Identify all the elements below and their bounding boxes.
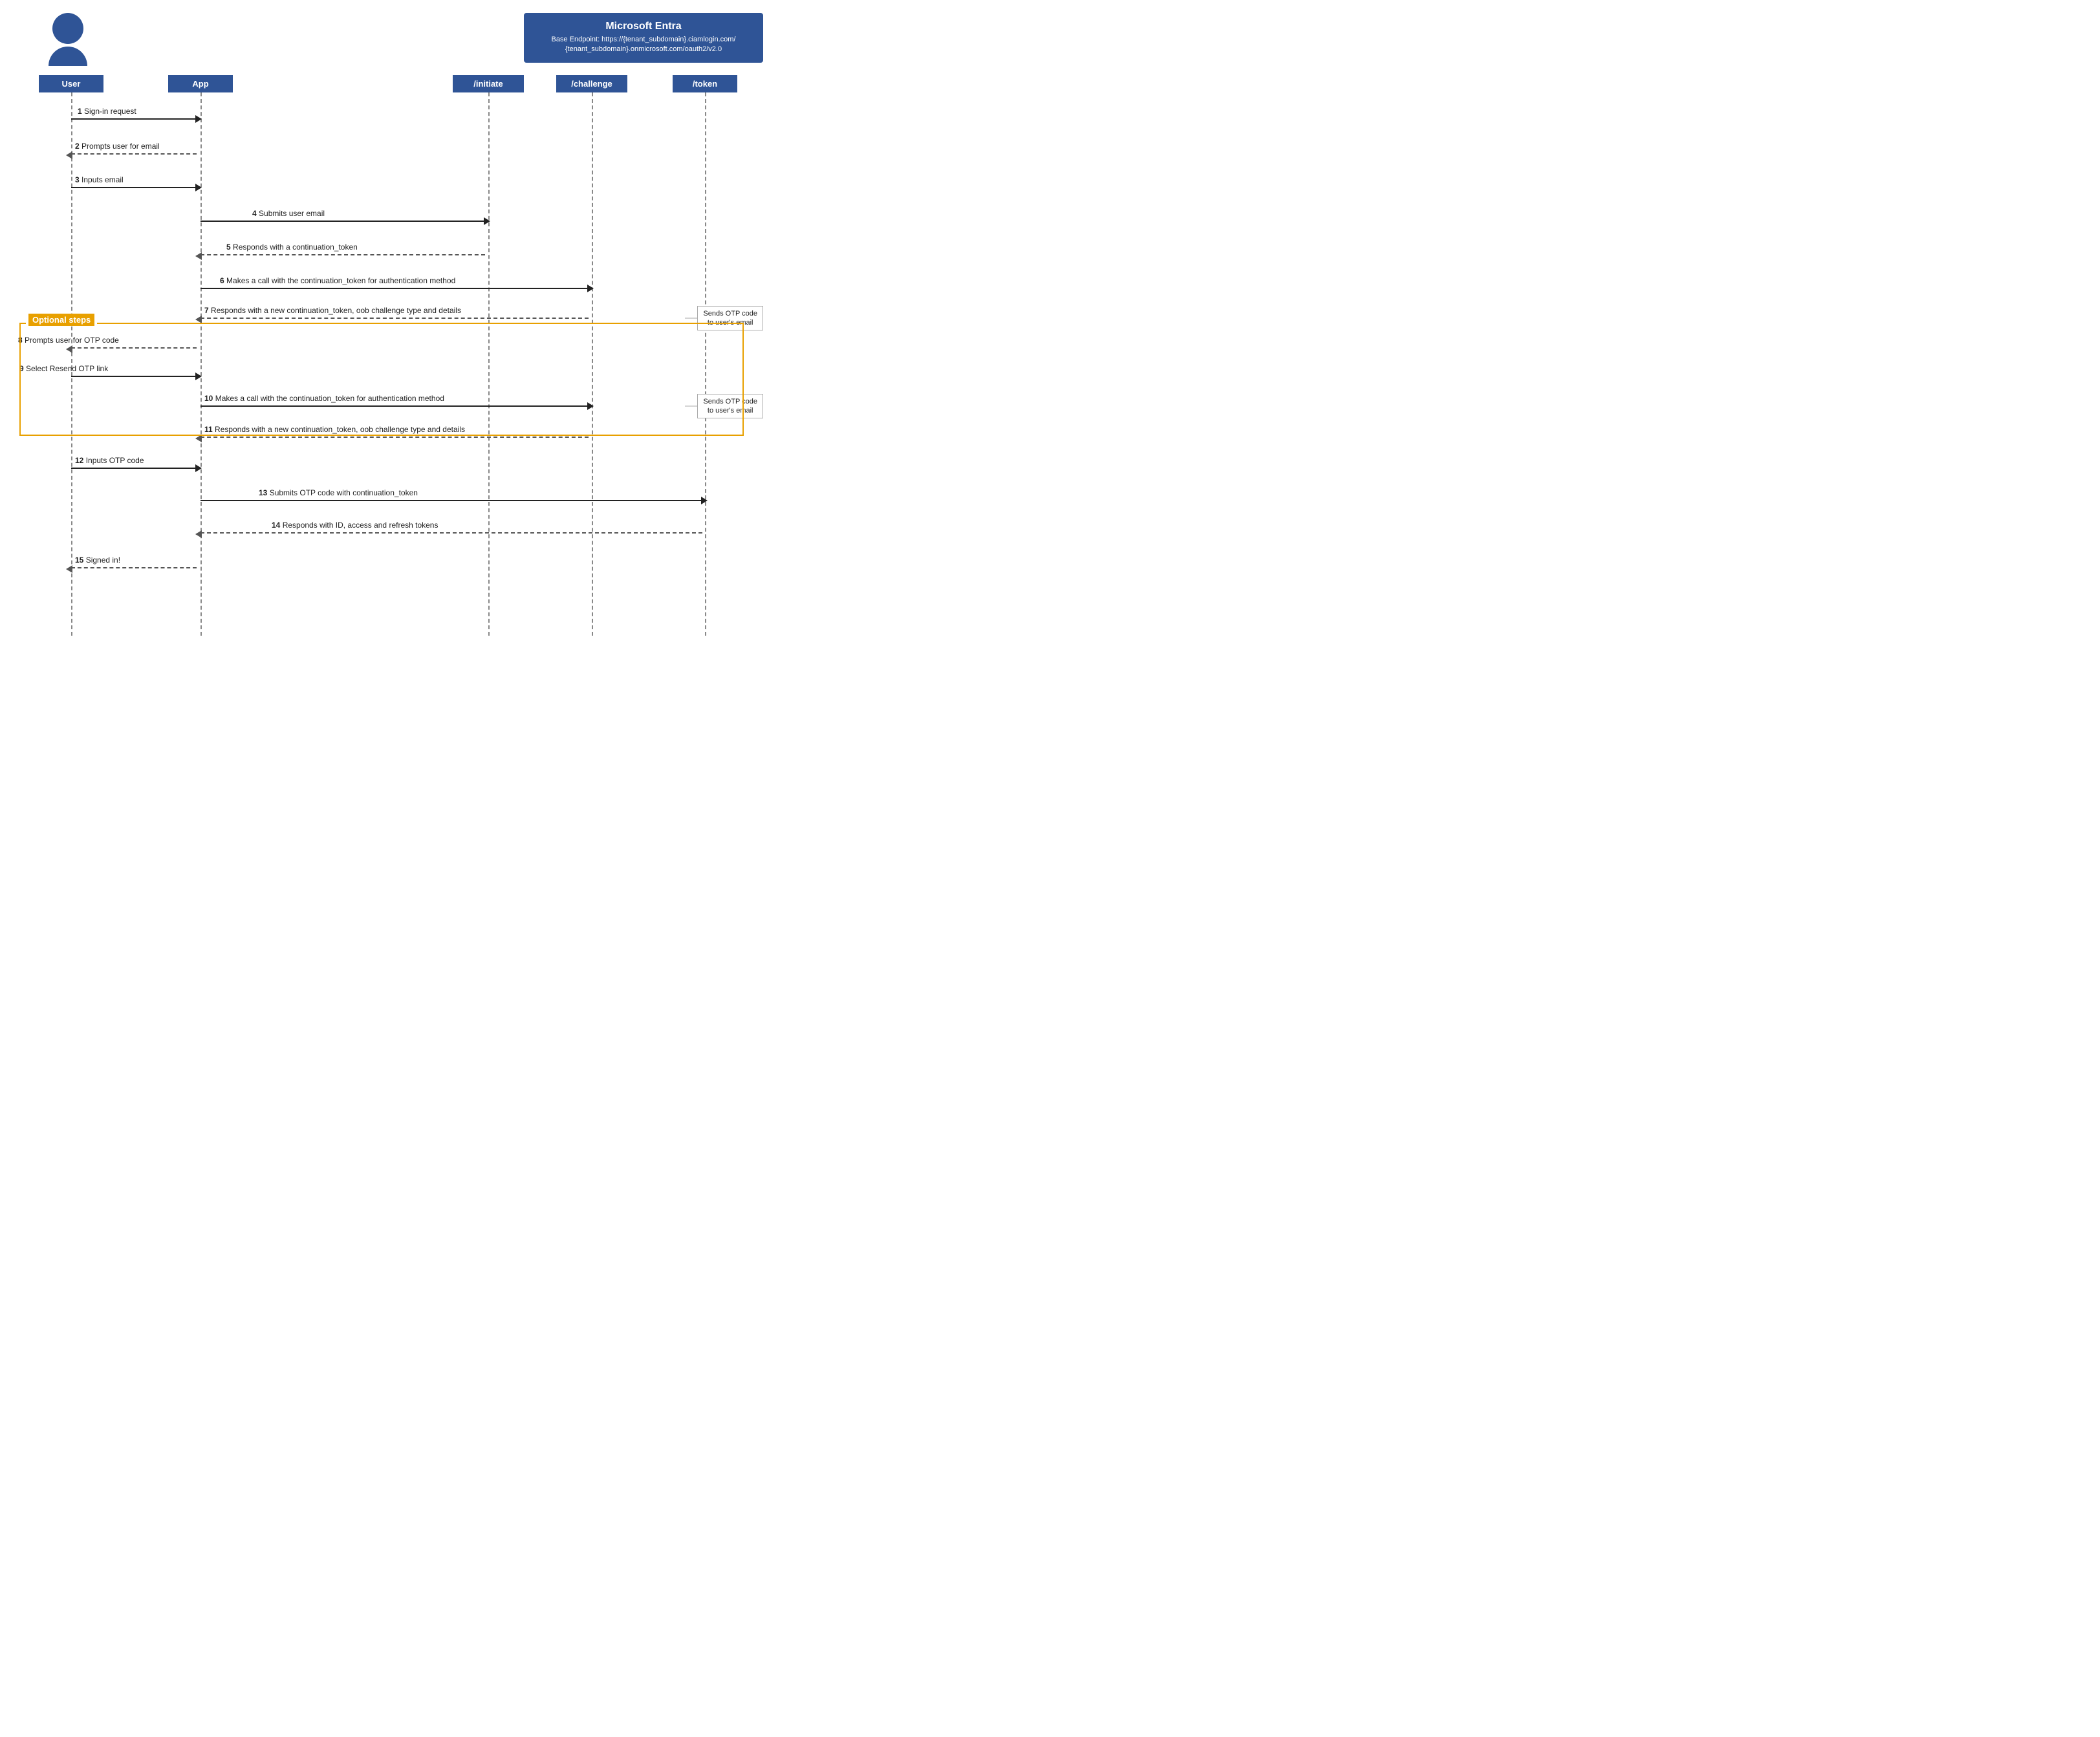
step-6-arrow: [200, 288, 589, 289]
sequence-area: Optional steps 1 Sign-in request 2 Promp…: [13, 92, 763, 636]
step-4-row: 4 Submits user email: [13, 206, 763, 235]
step-4-arrow: [200, 221, 485, 222]
step-5-row: 5 Responds with a continuation_token: [13, 240, 763, 268]
user-icon: [49, 13, 87, 66]
step-13-row: 13 Submits OTP code with continuation_to…: [13, 486, 763, 514]
step-1-row: 1 Sign-in request: [13, 104, 763, 133]
step-13-arrow: [200, 500, 702, 501]
lifeline-challenge: /challenge: [556, 75, 627, 92]
step-2-arrow: [71, 153, 197, 155]
lifeline-user: User: [39, 75, 103, 92]
step-13-label: 13 Submits OTP code with continuation_to…: [259, 488, 418, 497]
ms-entra-box: Microsoft Entra Base Endpoint: https://{…: [524, 13, 763, 63]
step-1-label: 1 Sign-in request: [78, 107, 136, 116]
step-3-label: 3 Inputs email: [75, 175, 124, 184]
step-3-arrow: [71, 187, 197, 188]
step-11-arrow: [200, 437, 589, 438]
lifeline-initiate: /initiate: [453, 75, 524, 92]
step-12-row: 12 Inputs OTP code: [13, 453, 763, 482]
step-4-label: 4 Submits user email: [252, 209, 325, 218]
step-2-row: 2 Prompts user for email: [13, 139, 763, 167]
step-15-arrow: [71, 567, 197, 568]
step-5-label: 5 Responds with a continuation_token: [226, 243, 358, 252]
step-5-arrow: [200, 254, 485, 255]
step-6-label: 6 Makes a call with the continuation_tok…: [220, 276, 455, 285]
step-12-arrow: [71, 468, 197, 469]
step-14-label: 14 Responds with ID, access and refresh …: [272, 521, 438, 530]
diagram-container: Microsoft Entra Base Endpoint: https://{…: [13, 13, 763, 636]
step-15-label: 15 Signed in!: [75, 556, 120, 565]
step-3-row: 3 Inputs email: [13, 173, 763, 201]
step-14-row: 14 Responds with ID, access and refresh …: [13, 518, 763, 546]
optional-steps-label: Optional steps: [26, 315, 97, 325]
step-15-row: 15 Signed in!: [13, 553, 763, 581]
step-7-label: 7 Responds with a new continuation_token…: [204, 306, 461, 315]
lifeline-app: App: [168, 75, 233, 92]
step-1-arrow: [71, 118, 197, 120]
ms-entra-title: Microsoft Entra: [539, 21, 748, 32]
step-12-label: 12 Inputs OTP code: [75, 456, 144, 465]
step-6-row: 6 Makes a call with the continuation_tok…: [13, 274, 763, 302]
user-circle-head: [52, 13, 83, 44]
header-area: Microsoft Entra Base Endpoint: https://{…: [13, 13, 763, 63]
ms-entra-subtitle: Base Endpoint: https://{tenant_subdomain…: [539, 35, 748, 55]
optional-steps-box: Optional steps: [19, 323, 744, 436]
user-circle-body: [49, 47, 87, 66]
step-2-label: 2 Prompts user for email: [75, 142, 160, 151]
step-14-arrow: [200, 532, 702, 534]
lifeline-token: /token: [673, 75, 737, 92]
step-7-arrow: [200, 318, 589, 319]
